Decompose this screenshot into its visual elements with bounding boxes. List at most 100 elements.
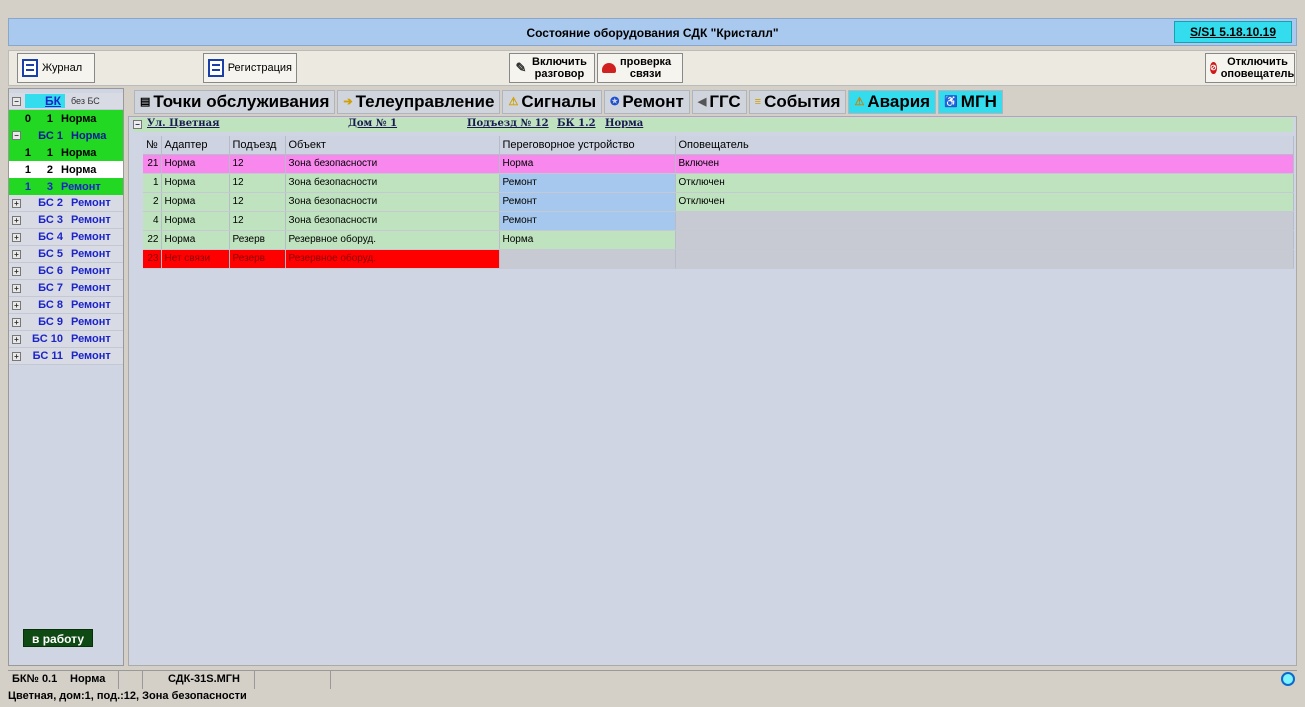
crumb-state[interactable]: Норма: [605, 118, 643, 129]
tree-row[interactable]: 1 1 Норма: [9, 144, 123, 161]
breadcrumb: − Ул. Цветная Дом № 1 Подъезд № 12 БК 1.…: [133, 118, 1293, 132]
talk-label-1: Включить: [532, 56, 587, 68]
col-number[interactable]: №: [143, 136, 162, 155]
tree-item-bs11[interactable]: + БС 11 Ремонт: [9, 348, 123, 365]
list-icon: ▤: [140, 96, 151, 108]
expand-icon[interactable]: +: [12, 266, 21, 276]
tab-alarm[interactable]: ⚠ Авария: [848, 90, 937, 114]
expand-icon[interactable]: +: [12, 232, 21, 242]
tree-item-bs5[interactable]: + БС 5 Ремонт: [9, 246, 123, 263]
tab-ggs[interactable]: ◀ ГГС: [691, 90, 747, 114]
crumb-entrance[interactable]: Подъезд № 12: [467, 118, 549, 129]
table-row[interactable]: 2 Норма 12 Зона безопасности Ремонт Отключен: [143, 192, 1294, 212]
table-row[interactable]: 4 Норма 12 Зона безопасности Ремонт: [143, 211, 1294, 231]
tab-events[interactable]: ≡ События: [748, 90, 847, 114]
gear-icon: ✪: [610, 96, 620, 108]
divider: [254, 671, 255, 689]
talk-label-2: разговор: [534, 68, 585, 80]
expand-icon[interactable]: +: [12, 249, 21, 259]
journal-button[interactable]: Журнал: [17, 53, 95, 83]
tab-telecontrol[interactable]: ➔ Телеуправление: [337, 90, 501, 114]
tab-service-points[interactable]: ▤ Точки обслуживания: [134, 90, 336, 114]
collapse-icon[interactable]: −: [12, 131, 21, 140]
tab-repair[interactable]: ✪ Ремонт: [604, 90, 690, 114]
table-row[interactable]: 23 Нет связи Резерв Резервное оборуд.: [143, 249, 1294, 269]
status-bar: БК№ 0.1 Норма СДК-31S.МГН: [8, 670, 1297, 689]
check-label-2: связи: [629, 68, 662, 80]
accessibility-icon: ♿: [944, 96, 958, 108]
toolbar: Журнал Регистрация ✎ Включить разговор пр…: [8, 50, 1297, 86]
journal-label: Журнал: [42, 62, 83, 74]
divider: [330, 671, 331, 689]
check-link-button[interactable]: проверка связи: [597, 53, 683, 83]
col-notifier[interactable]: Оповещатель: [675, 136, 1294, 155]
handset-icon: ✎: [515, 60, 527, 75]
collapse-icon[interactable]: −: [12, 96, 21, 106]
expand-icon[interactable]: +: [12, 283, 21, 293]
col-object[interactable]: Объект: [285, 136, 500, 155]
divider: [142, 671, 143, 689]
to-work-button[interactable]: в работу: [23, 629, 93, 647]
warning-icon: ⚠: [854, 96, 865, 108]
expand-icon[interactable]: +: [12, 317, 21, 327]
table-row[interactable]: 1 Норма 12 Зона безопасности Ремонт Отключен: [143, 173, 1294, 193]
document-icon: [22, 59, 38, 77]
tree-item-bs6[interactable]: + БС 6 Ремонт: [9, 263, 123, 280]
tab-mgn[interactable]: ♿ МГН: [938, 90, 1003, 114]
status-device: СДК-31S.МГН: [168, 673, 240, 685]
equipment-table: № Адаптер Подъезд Объект Переговорное ус…: [143, 136, 1294, 269]
tree-item-bs1[interactable]: − БС 1 Норма: [9, 127, 123, 144]
tree-row[interactable]: 1 3 Ремонт: [9, 178, 123, 195]
expand-icon[interactable]: +: [12, 198, 21, 208]
footer-location: Цветная, дом:1, под.:12, Зона безопаснос…: [8, 690, 247, 702]
tree-item-bs9[interactable]: + БС 9 Ремонт: [9, 314, 123, 331]
check-label-1: проверка: [620, 56, 672, 68]
expand-icon[interactable]: +: [12, 334, 21, 344]
expand-icon[interactable]: +: [12, 215, 21, 225]
tree-item-bs2[interactable]: + БС 2 Ремонт: [9, 195, 123, 212]
col-intercom[interactable]: Переговорное устройство: [499, 136, 676, 155]
notifier-label-1: Отключить: [1227, 56, 1288, 68]
connection-indicator-icon: [1281, 672, 1295, 686]
table-row[interactable]: 21 Норма 12 Зона безопасности Норма Включен: [143, 154, 1294, 174]
divider: [118, 671, 119, 689]
registration-label: Регистрация: [227, 62, 292, 74]
crumb-house[interactable]: Дом № 1: [348, 118, 397, 129]
tree-row-selected[interactable]: 1 2 Норма: [9, 161, 123, 178]
tree-item-bs8[interactable]: + БС 8 Ремонт: [9, 297, 123, 314]
service-points-panel: − Ул. Цветная Дом № 1 Подъезд № 12 БК 1.…: [128, 116, 1297, 666]
tree-item-bs4[interactable]: + БС 4 Ремонт: [9, 229, 123, 246]
table-header: № Адаптер Подъезд Объект Переговорное ус…: [143, 136, 1294, 155]
tab-bar: ▤ Точки обслуживания ➔ Телеуправление ⚠ Сиг…: [134, 90, 1005, 114]
arrow-icon: ➔: [343, 96, 353, 108]
tab-signals[interactable]: ⚠ Сигналы: [502, 90, 603, 114]
collapse-icon[interactable]: −: [133, 120, 142, 129]
crumb-bk[interactable]: БК 1.2: [557, 118, 596, 129]
tree-item-bs10[interactable]: + БС 10 Ремонт: [9, 331, 123, 348]
document-icon: [208, 59, 224, 77]
expand-icon[interactable]: +: [12, 300, 21, 310]
red-phone-icon: [602, 63, 616, 73]
disable-notifier-button[interactable]: ⊘ Отключить оповещатель: [1205, 53, 1295, 83]
col-entrance[interactable]: Подъезд: [229, 136, 286, 155]
col-adapter[interactable]: Адаптер: [161, 136, 230, 155]
version-link[interactable]: S/S1 5.18.10.19: [1174, 21, 1292, 43]
talk-button[interactable]: ✎ Включить разговор: [509, 53, 595, 83]
window-title: Состояние оборудования СДК "Кристалл": [526, 26, 779, 40]
stop-icon: ⊘: [1210, 62, 1217, 74]
warning-icon: ⚠: [508, 96, 519, 108]
tree-header[interactable]: − БК без БС: [9, 93, 123, 110]
notifier-label-2: оповещатель: [1220, 68, 1295, 80]
list-icon: ≡: [754, 96, 762, 108]
table-row[interactable]: 22 Норма Резерв Резервное оборуд. Норма: [143, 230, 1294, 250]
tree-item-bs3[interactable]: + БС 3 Ремонт: [9, 212, 123, 229]
equipment-tree: − БК без БС 0 1 Норма − БС 1 Норма 1 1 Н…: [8, 88, 124, 666]
tree-row[interactable]: 0 1 Норма: [9, 110, 123, 127]
title-bar: Состояние оборудования СДК "Кристалл" S/…: [8, 18, 1297, 46]
registration-button[interactable]: Регистрация: [203, 53, 297, 83]
tree-item-bs7[interactable]: + БС 7 Ремонт: [9, 280, 123, 297]
expand-icon[interactable]: +: [12, 351, 21, 361]
crumb-street[interactable]: Ул. Цветная: [147, 118, 220, 129]
speaker-icon: ◀: [697, 96, 707, 108]
status-state: Норма: [70, 673, 106, 685]
